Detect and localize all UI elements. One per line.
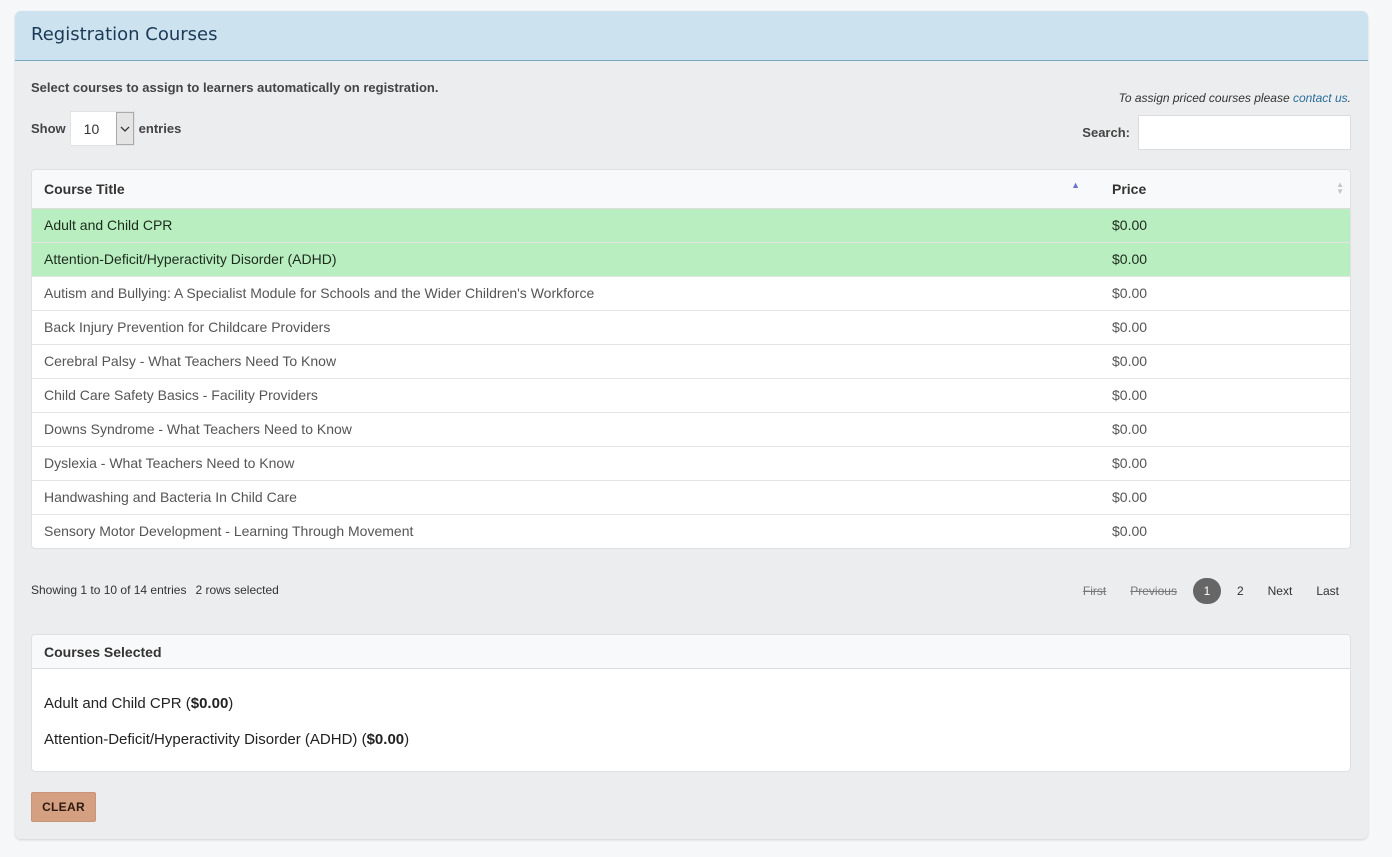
course-title-cell: Attention-Deficit/Hyperactivity Disorder… xyxy=(32,242,1098,277)
sort-both-icon: ▲ ▼ xyxy=(1336,180,1344,196)
table-row[interactable]: Handwashing and Bacteria In Child Care $0… xyxy=(32,480,1350,515)
entries-select-value: 10 xyxy=(83,120,100,137)
priced-note-text: To assign priced courses please xyxy=(1118,91,1293,105)
price-cell: $0.00 xyxy=(1098,344,1350,379)
courses-selected-title: Courses Selected xyxy=(32,635,1350,669)
pagination: First Previous 1 2 Next Last xyxy=(1071,578,1351,604)
pagination-page-1[interactable]: 1 xyxy=(1192,578,1221,604)
price-cell: $0.00 xyxy=(1098,378,1350,413)
course-title-cell: Handwashing and Bacteria In Child Care xyxy=(32,480,1098,515)
selected-course-title: Adult and Child CPR xyxy=(44,695,182,712)
table-info: Showing 1 to 10 of 14 entries 2 rows sele… xyxy=(31,583,279,597)
course-title-cell: Sensory Motor Development - Learning Thr… xyxy=(44,523,414,540)
showing-entries-text: Showing 1 to 10 of 14 entries xyxy=(31,583,187,597)
course-title-cell: Back Injury Prevention for Childcare Pro… xyxy=(32,310,1098,345)
pagination-previous[interactable]: Previous xyxy=(1118,579,1189,603)
contact-us-link[interactable]: contact us xyxy=(1293,91,1348,105)
priced-note-suffix: . xyxy=(1347,91,1351,105)
courses-table: Course Title ▲ Price ▲ ▼ Adult and Child … xyxy=(31,169,1351,549)
pagination-next[interactable]: Next xyxy=(1256,579,1305,603)
pagination-last[interactable]: Last xyxy=(1304,579,1351,603)
entries-label: entries xyxy=(138,121,182,136)
column-header-course-title[interactable]: Course Title ▲ xyxy=(32,170,1098,209)
search-control: Search: xyxy=(1082,115,1351,150)
course-title-cell: Downs Syndrome - What Teachers Need to K… xyxy=(32,412,1098,447)
registration-courses-panel: Registration Courses Select courses to a… xyxy=(15,11,1368,839)
show-label: Show xyxy=(31,121,66,136)
table-row[interactable]: Sensory Motor Development - Learning Thr… xyxy=(32,514,1350,548)
selected-course-item: Attention-Deficit/Hyperactivity Disorder… xyxy=(44,731,410,748)
search-label: Search: xyxy=(1082,125,1130,140)
selected-course-price: $0.00 xyxy=(190,695,229,712)
course-rows: Adult and Child CPR $0.00 Attention-Defici… xyxy=(32,208,1350,548)
table-row[interactable]: Downs Syndrome - What Teachers Need to K… xyxy=(32,412,1350,447)
search-input[interactable] xyxy=(1138,115,1351,150)
table-row[interactable]: Autism and Bullying: A Specialist Module… xyxy=(32,276,1350,311)
table-row[interactable]: Child Care Safety Basics - Facility Prov… xyxy=(32,378,1350,413)
intro-text: Select courses to assign to learners aut… xyxy=(31,80,439,95)
price-cell: $0.00 xyxy=(1098,242,1350,277)
course-title-header-label: Course Title xyxy=(44,180,125,197)
page-title: Registration Courses xyxy=(31,24,218,45)
clear-button[interactable]: CLEAR xyxy=(31,792,96,822)
price-cell: $0.00 xyxy=(1098,276,1350,311)
price-cell: $0.00 xyxy=(1098,208,1350,243)
column-header-price[interactable]: Price ▲ ▼ xyxy=(1098,170,1350,209)
panel-header: Registration Courses xyxy=(15,11,1368,61)
table-row[interactable]: Adult and Child CPR $0.00 xyxy=(32,208,1350,243)
pagination-page-2[interactable]: 2 xyxy=(1225,579,1256,603)
table-header-row: Course Title ▲ Price ▲ ▼ xyxy=(32,170,1350,209)
price-cell: $0.00 xyxy=(1098,480,1350,515)
price-cell: $0.00 xyxy=(1098,412,1350,447)
sort-ascending-icon: ▲ xyxy=(1071,180,1080,190)
pagination-first[interactable]: First xyxy=(1071,579,1118,603)
table-row[interactable]: Cerebral Palsy - What Teachers Need To K… xyxy=(32,344,1350,379)
course-title-cell: Cerebral Palsy - What Teachers Need To K… xyxy=(32,344,1098,379)
selected-course-title: Attention-Deficit/Hyperactivity Disorder… xyxy=(44,731,358,748)
table-row[interactable]: Back Injury Prevention for Childcare Pro… xyxy=(32,310,1350,345)
price-cell: $0.00 xyxy=(1098,310,1350,345)
table-row[interactable]: Dyslexia - What Teachers Need to Know $0.… xyxy=(32,446,1350,481)
entries-select[interactable]: 10 xyxy=(69,111,135,146)
courses-selected-card: Courses Selected Adult and Child CPR ($0… xyxy=(31,634,1351,772)
priced-courses-note: To assign priced courses please contact … xyxy=(1119,91,1351,105)
table-row[interactable]: Attention-Deficit/Hyperactivity Disorder… xyxy=(32,242,1350,277)
course-title-cell: Dyslexia - What Teachers Need to Know xyxy=(32,446,1098,481)
selected-course-item: Adult and Child CPR ($0.00) xyxy=(44,695,234,712)
chevron-down-icon[interactable] xyxy=(115,112,134,145)
entries-length-control: Show 10 entries xyxy=(31,111,181,146)
selected-course-price: $0.00 xyxy=(366,731,405,748)
course-title-cell: Autism and Bullying: A Specialist Module… xyxy=(32,276,1098,311)
price-header-label: Price xyxy=(1112,180,1147,197)
course-title-cell: Adult and Child CPR xyxy=(32,208,1098,243)
course-title-cell: Child Care Safety Basics - Facility Prov… xyxy=(32,378,1098,413)
price-cell: $0.00 xyxy=(1098,446,1350,481)
price-cell: $0.00 xyxy=(1112,523,1148,540)
rows-selected-text: 2 rows selected xyxy=(195,583,279,597)
courses-selected-list: Adult and Child CPR ($0.00) Attention-Def… xyxy=(32,669,1350,748)
